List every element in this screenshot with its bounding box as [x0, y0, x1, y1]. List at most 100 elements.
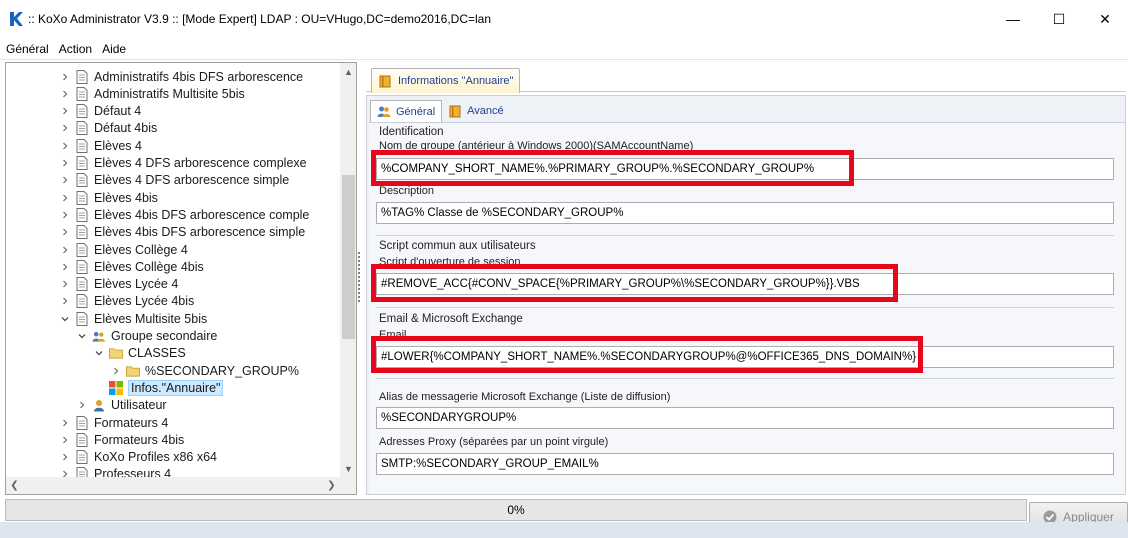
chevron-right-icon[interactable]	[59, 71, 71, 83]
proxy-addresses-field[interactable]: SMTP:%SECONDARY_GROUP_EMAIL%	[376, 453, 1114, 475]
tree-horizontal-scrollbar[interactable]: ❮ ❯	[6, 477, 340, 494]
chevron-right-icon[interactable]	[59, 451, 71, 463]
tab-avance[interactable]: Avancé	[442, 100, 510, 122]
window-title: :: KoXo Administrator V3.9 :: [Mode Expe…	[28, 12, 492, 26]
tree-vertical-scrollbar[interactable]: ▲ ▼	[340, 63, 356, 477]
chevron-right-icon[interactable]	[59, 88, 71, 100]
scroll-right-icon[interactable]: ❯	[323, 477, 340, 494]
document-icon	[75, 467, 89, 477]
tree-item[interactable]: Défaut 4bis	[59, 120, 157, 137]
chevron-right-icon[interactable]	[59, 157, 71, 169]
document-icon	[75, 156, 89, 170]
tree-item-label: Elèves 4bis DFS arborescence simple	[94, 225, 306, 240]
tree-item[interactable]: Infos."Annuaire"	[93, 379, 224, 396]
tree-item[interactable]: Elèves 4 DFS arborescence complexe	[59, 155, 307, 172]
chevron-down-icon[interactable]	[93, 347, 105, 359]
document-icon	[75, 86, 89, 101]
minimize-icon: —	[1006, 11, 1020, 27]
chevron-right-icon[interactable]	[76, 399, 88, 411]
tree-item[interactable]: Formateurs 4	[59, 414, 168, 431]
group-script-title: Script commun aux utilisateurs	[379, 240, 536, 252]
divider	[376, 235, 1114, 236]
tree-item[interactable]: Elèves 4bis DFS arborescence comple	[59, 206, 309, 223]
scroll-down-icon[interactable]: ▼	[340, 460, 356, 477]
tab-informations-annuaire[interactable]: Informations "Annuaire"	[371, 68, 521, 93]
menu-bar: Général Action Aide	[0, 38, 1128, 60]
scroll-thumb[interactable]	[342, 175, 355, 339]
exchange-alias-field[interactable]: %SECONDARYGROUP%	[376, 407, 1114, 429]
folder-icon	[126, 364, 140, 378]
tree-item-label: Défaut 4	[94, 104, 142, 119]
tree-item-label: Groupe secondaire	[111, 329, 218, 343]
tree-item-label: Défaut 4bis	[94, 121, 158, 136]
maximize-button[interactable]: ☐	[1036, 0, 1082, 38]
tree-item[interactable]: Groupe secondaire	[76, 328, 217, 345]
user-icon	[92, 398, 106, 412]
tree-item[interactable]: Administratifs Multisite 5bis	[59, 85, 245, 102]
chevron-right-icon[interactable]	[59, 434, 71, 446]
chevron-right-icon[interactable]	[59, 468, 71, 477]
tree-item[interactable]: Formateurs 4bis	[59, 431, 184, 448]
tree-item[interactable]: Elèves Multisite 5bis	[59, 310, 207, 327]
chevron-right-icon[interactable]	[59, 295, 71, 307]
exchange-alias-label: Alias de messagerie Microsoft Exchange (…	[379, 391, 671, 403]
scroll-left-icon[interactable]: ❮	[6, 477, 23, 494]
tree-item[interactable]: Elèves Lycée 4	[59, 276, 178, 293]
tree-item[interactable]: Elèves Lycée 4bis	[59, 293, 194, 310]
scroll-up-icon[interactable]: ▲	[340, 63, 356, 80]
windows-icon	[109, 380, 123, 395]
tree-item-label: Elèves Collège 4	[94, 242, 188, 257]
tab-general[interactable]: Général	[370, 100, 443, 122]
chevron-down-icon[interactable]	[76, 330, 88, 342]
document-icon	[75, 259, 89, 274]
group-name-field[interactable]: %COMPANY_SHORT_NAME%.%PRIMARY_GROUP%.%SE…	[376, 158, 1114, 180]
tree-item[interactable]: Utilisateur	[76, 397, 167, 414]
tree-item[interactable]: KoXo Profiles x86 x64	[59, 449, 217, 466]
document-icon	[75, 294, 89, 309]
menu-aide[interactable]: Aide	[102, 42, 126, 56]
description-field[interactable]: %TAG% Classe de %SECONDARY_GROUP%	[376, 202, 1114, 224]
tree-item-label: Elèves 4 DFS arborescence complexe	[94, 156, 307, 170]
panel-splitter[interactable]	[357, 62, 365, 495]
logon-script-field[interactable]: #REMOVE_ACC{#CONV_SPACE{%PRIMARY_GROUP%\…	[376, 273, 1114, 295]
tree-item[interactable]: Elèves 4	[59, 137, 142, 154]
chevron-right-icon[interactable]	[110, 365, 122, 377]
book-icon	[448, 104, 462, 118]
tree-item[interactable]: Elèves 4 DFS arborescence simple	[59, 172, 289, 189]
chevron-right-icon[interactable]	[59, 140, 71, 152]
chevron-right-icon[interactable]	[59, 105, 71, 117]
chevron-right-icon[interactable]	[59, 261, 71, 273]
chevron-right-icon[interactable]	[59, 122, 71, 134]
splitter-grip[interactable]	[358, 252, 361, 302]
close-button[interactable]: ✕	[1082, 0, 1128, 38]
tree-item[interactable]: CLASSES	[93, 345, 186, 362]
tree-item[interactable]: Défaut 4	[59, 103, 141, 120]
menu-general[interactable]: Général	[6, 42, 49, 56]
chevron-right-icon[interactable]	[59, 244, 71, 256]
tree-item[interactable]: Elèves Collège 4bis	[59, 258, 204, 275]
tree-item[interactable]: Professeurs 4	[59, 466, 171, 477]
tree-item[interactable]: Elèves 4bis DFS arborescence simple	[59, 224, 305, 241]
minimize-button[interactable]: —	[990, 0, 1036, 38]
tree-item[interactable]: Administratifs 4bis DFS arborescence	[59, 68, 303, 85]
title-bar: :: KoXo Administrator V3.9 :: [Mode Expe…	[0, 0, 1128, 38]
chevron-down-icon[interactable]	[59, 313, 71, 325]
tree-item[interactable]: Elèves 4bis	[59, 189, 158, 206]
group-email-title: Email & Microsoft Exchange	[379, 313, 523, 325]
tree-item[interactable]: %SECONDARY_GROUP%	[110, 362, 299, 379]
tree-item[interactable]: Elèves Collège 4	[59, 241, 188, 258]
chevron-right-icon[interactable]	[59, 192, 71, 204]
menu-action[interactable]: Action	[59, 42, 92, 56]
tree-item-label: Elèves 4 DFS arborescence simple	[94, 173, 290, 188]
chevron-right-icon[interactable]	[59, 226, 71, 238]
email-field[interactable]: #LOWER{%COMPANY_SHORT_NAME%.%SECONDARYGR…	[376, 346, 1114, 368]
chevron-right-icon[interactable]	[59, 417, 71, 429]
sub-tab-strip: Général Avancé	[370, 100, 510, 122]
chevron-right-icon[interactable]	[59, 278, 71, 290]
chevron-right-icon[interactable]	[59, 209, 71, 221]
tree-item-label: Elèves Lycée 4bis	[94, 294, 195, 309]
tree-item-label: Elèves Collège 4bis	[94, 259, 204, 274]
divider	[376, 307, 1114, 308]
chevron-right-icon[interactable]	[59, 174, 71, 186]
